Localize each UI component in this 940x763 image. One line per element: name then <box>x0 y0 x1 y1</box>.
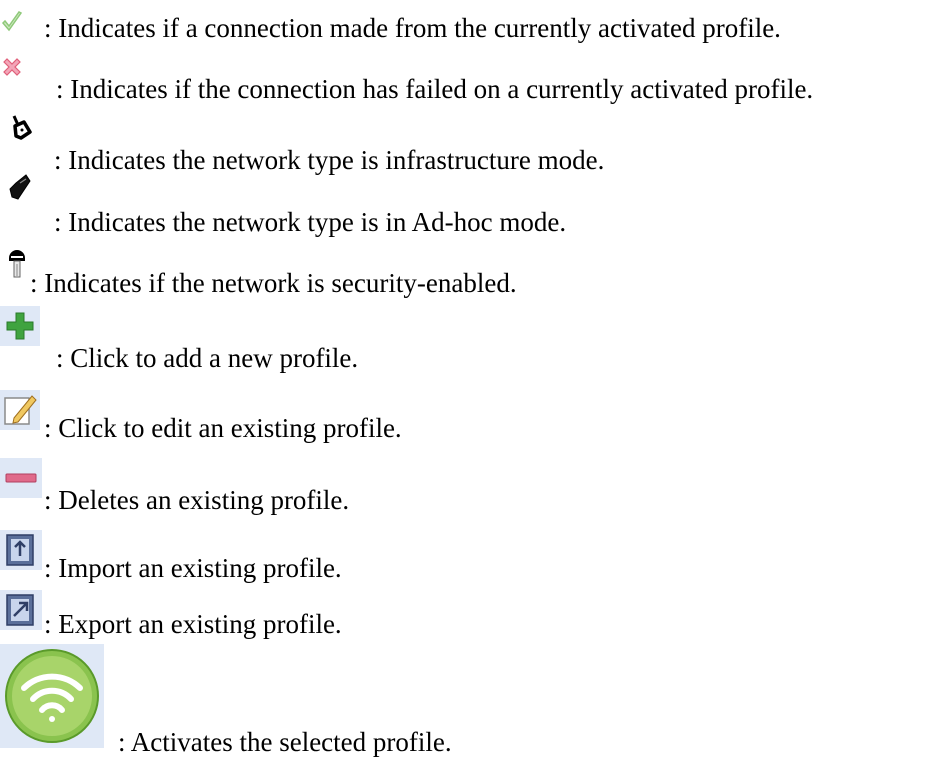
delete-profile-icon <box>0 458 42 498</box>
legend-text: : Indicates if a connection made from th… <box>44 13 781 43</box>
legend-text: : Click to add a new profile. <box>56 343 359 373</box>
edit-profile-icon <box>0 390 40 430</box>
legend-text: : Activates the selected profile. <box>118 727 452 757</box>
legend-text: : Indicates if the network is security-e… <box>30 268 517 298</box>
legend-text: : Import an existing profile. <box>44 553 342 583</box>
green-check-icon <box>1 11 23 32</box>
infrastructure-mode-icon <box>12 115 32 140</box>
red-x-icon <box>3 58 21 76</box>
ad-hoc-mode-icon <box>9 174 31 200</box>
legend-text: : Indicates if the connection has failed… <box>56 74 814 104</box>
activate-profile-icon <box>0 644 104 748</box>
add-profile-icon <box>0 306 40 346</box>
security-key-icon <box>9 250 25 278</box>
legend-text: : Deletes an existing profile. <box>44 485 350 515</box>
legend-text: : Indicates the network type is infrastr… <box>54 145 605 175</box>
export-profile-icon <box>0 590 42 630</box>
legend-text: : Export an existing profile. <box>44 609 342 639</box>
legend-text: : Indicates the network type is in Ad-ho… <box>54 207 567 237</box>
legend-text: : Click to edit an existing profile. <box>44 413 402 443</box>
import-profile-icon <box>0 530 42 570</box>
